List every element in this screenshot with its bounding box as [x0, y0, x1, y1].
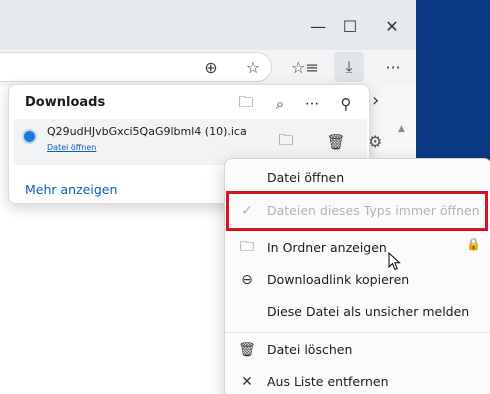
trash-icon: 🗑: [238, 342, 256, 358]
menu-item-report-unsafe[interactable]: Diese Datei als unsicher melden: [225, 295, 490, 329]
menu-item-label: In Ordner anzeigen: [267, 240, 387, 255]
menu-item-copy-link[interactable]: ⊖ Downloadlink kopieren: [225, 263, 490, 297]
mouse-cursor-icon: [388, 252, 401, 271]
menu-item-show-in-folder[interactable]: 🗀 In Ordner anzeigen: [225, 231, 490, 265]
minimize-button[interactable]: —: [304, 12, 332, 40]
folder-icon: 🗀: [240, 239, 254, 255]
link-icon: ⊖: [241, 272, 253, 288]
menu-item-icon: [237, 161, 257, 195]
pin-icon[interactable]: ⚲: [333, 91, 359, 117]
scroll-up-arrow-icon[interactable]: ▲: [398, 124, 405, 134]
download-filename: Q29udHJvbGxci5QaG9lbml4 (10).ica: [47, 125, 247, 138]
close-icon: ✕: [241, 374, 253, 390]
menu-item-label: Aus Liste entfernen: [267, 374, 389, 389]
lock-icon: 🔒: [466, 237, 481, 251]
menu-item-icon: [237, 295, 257, 329]
delete-trash-icon[interactable]: 🗑: [321, 127, 351, 157]
highlight-box: [226, 191, 488, 231]
menu-item-delete-file[interactable]: 🗑 Datei löschen: [225, 333, 490, 367]
address-bar[interactable]: [0, 52, 272, 82]
more-menu-button[interactable]: ···: [378, 52, 408, 82]
file-type-icon: [22, 129, 37, 144]
settings-gear-icon[interactable]: ⚙: [368, 132, 382, 151]
menu-item-label: Datei löschen: [267, 342, 353, 357]
open-folder-icon[interactable]: 🗀: [233, 91, 259, 117]
menu-item-label: Diese Datei als unsicher melden: [267, 304, 470, 319]
zoom-icon[interactable]: ⊕: [196, 52, 226, 82]
search-icon[interactable]: ⌕: [267, 91, 293, 117]
maximize-button[interactable]: ☐: [336, 12, 364, 40]
chevron-right-icon[interactable]: ›: [372, 90, 379, 111]
open-file-link[interactable]: Datei öffnen: [47, 143, 96, 152]
menu-item-remove-from-list[interactable]: ✕ Aus Liste entfernen: [225, 365, 490, 394]
favorite-star-icon[interactable]: ☆: [238, 52, 268, 82]
favorites-list-icon[interactable]: ☆≡: [290, 52, 320, 82]
more-options-icon[interactable]: ···: [299, 91, 325, 117]
downloads-title: Downloads: [25, 95, 106, 110]
downloads-toolbar-button[interactable]: ⤓: [334, 52, 364, 82]
show-more-link[interactable]: Mehr anzeigen: [25, 182, 117, 197]
menu-item-open-file[interactable]: Datei öffnen: [225, 161, 490, 195]
show-in-folder-icon[interactable]: 🗀: [271, 127, 301, 157]
menu-item-label: Datei öffnen: [267, 170, 345, 185]
close-button[interactable]: ✕: [378, 12, 406, 40]
